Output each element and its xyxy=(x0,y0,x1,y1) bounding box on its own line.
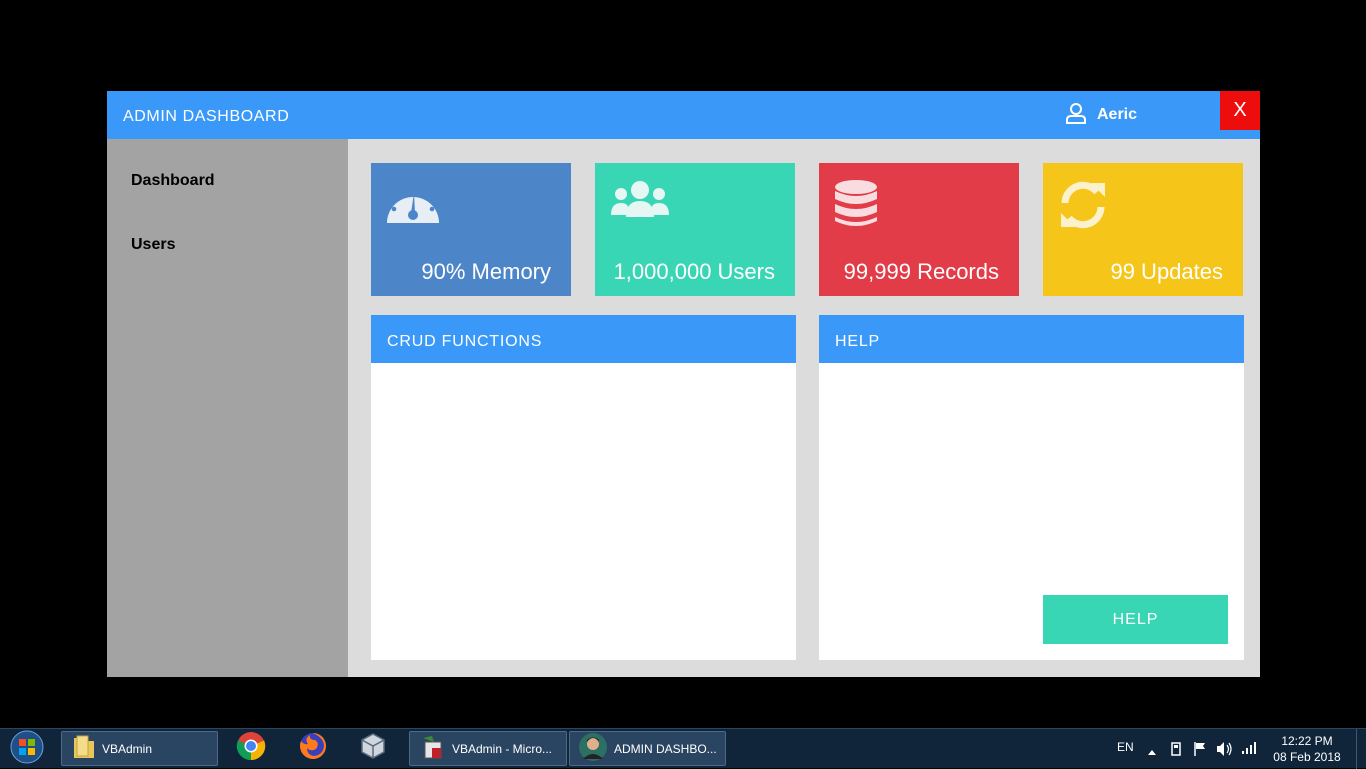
memory-tile[interactable]: 90% Memory xyxy=(371,163,571,296)
app-avatar-icon xyxy=(578,732,608,765)
users-icon xyxy=(609,179,671,224)
crud-panel: CRUD FUNCTIONS xyxy=(371,315,796,660)
system-clock[interactable]: 12:22 PM 08 Feb 2018 xyxy=(1268,733,1346,765)
crud-panel-title: CRUD FUNCTIONS xyxy=(387,333,543,350)
taskbar: VBAdmin VBAdmin - Micro... ADMIN DASHBO.… xyxy=(0,728,1366,769)
folder-icon xyxy=(72,734,96,763)
updates-value: 99 Updates xyxy=(1110,259,1223,284)
language-indicator[interactable]: EN xyxy=(1117,740,1134,754)
visual-basic-icon xyxy=(420,734,446,763)
taskbar-item-vbadmin-microsoft[interactable]: VBAdmin - Micro... xyxy=(409,731,567,766)
taskbar-item-admin-dashboard[interactable]: ADMIN DASHBO... xyxy=(569,731,726,766)
help-panel-title: HELP xyxy=(835,333,880,350)
firefox-icon xyxy=(298,731,328,766)
users-tile[interactable]: 1,000,000 Users xyxy=(595,163,795,296)
taskbar-item-vbadmin-folder[interactable]: VBAdmin xyxy=(61,731,218,766)
sidebar-item-dashboard[interactable]: Dashboard xyxy=(131,172,215,190)
memory-value: 90% Memory xyxy=(421,259,551,284)
user-profile[interactable]: Aeric xyxy=(1065,102,1138,129)
user-name: Aeric xyxy=(1097,106,1138,123)
admin-dashboard-window: ADMIN DASHBOARD Aeric X Dashboard Users xyxy=(107,91,1260,677)
network-device-icon[interactable] xyxy=(1169,741,1183,762)
close-button[interactable]: X xyxy=(1220,91,1260,130)
help-button[interactable]: HELP xyxy=(1043,595,1228,644)
taskbar-item-label: ADMIN DASHBO... xyxy=(614,741,717,756)
user-icon xyxy=(1065,102,1087,129)
virtualbox-icon xyxy=(358,731,388,766)
help-panel: HELP HELP xyxy=(819,315,1244,660)
signal-strength-icon[interactable] xyxy=(1241,741,1257,760)
records-tile[interactable]: 99,999 Records xyxy=(819,163,1019,296)
window-title: ADMIN DASHBOARD xyxy=(123,108,290,125)
gauge-icon xyxy=(385,179,441,230)
sidebar-item-users[interactable]: Users xyxy=(131,236,175,254)
windows-logo-icon xyxy=(10,730,44,769)
database-icon xyxy=(833,179,879,234)
records-value: 99,999 Records xyxy=(843,259,999,284)
refresh-icon xyxy=(1057,179,1109,236)
volume-icon[interactable] xyxy=(1216,741,1234,762)
crud-panel-header: CRUD FUNCTIONS xyxy=(371,315,796,363)
chrome-icon xyxy=(236,731,266,766)
sidebar: Dashboard Users xyxy=(107,139,348,677)
taskbar-item-label: VBAdmin xyxy=(102,741,153,756)
taskbar-pinned-firefox[interactable] xyxy=(287,731,339,766)
updates-tile[interactable]: 99 Updates xyxy=(1043,163,1243,296)
taskbar-pinned-chrome[interactable] xyxy=(225,731,277,766)
help-panel-header: HELP xyxy=(819,315,1244,363)
show-hidden-icons-icon[interactable] xyxy=(1147,743,1157,761)
users-value: 1,000,000 Users xyxy=(613,259,775,284)
window-header: ADMIN DASHBOARD Aeric X xyxy=(107,91,1260,139)
start-button[interactable] xyxy=(6,730,48,769)
clock-time: 12:22 PM xyxy=(1281,734,1333,748)
clock-date: 08 Feb 2018 xyxy=(1273,750,1341,764)
show-desktop-button[interactable] xyxy=(1356,729,1366,769)
taskbar-pinned-virtualbox[interactable] xyxy=(347,731,399,766)
taskbar-item-label: VBAdmin - Micro... xyxy=(452,741,553,756)
action-center-flag-icon[interactable] xyxy=(1193,741,1207,762)
